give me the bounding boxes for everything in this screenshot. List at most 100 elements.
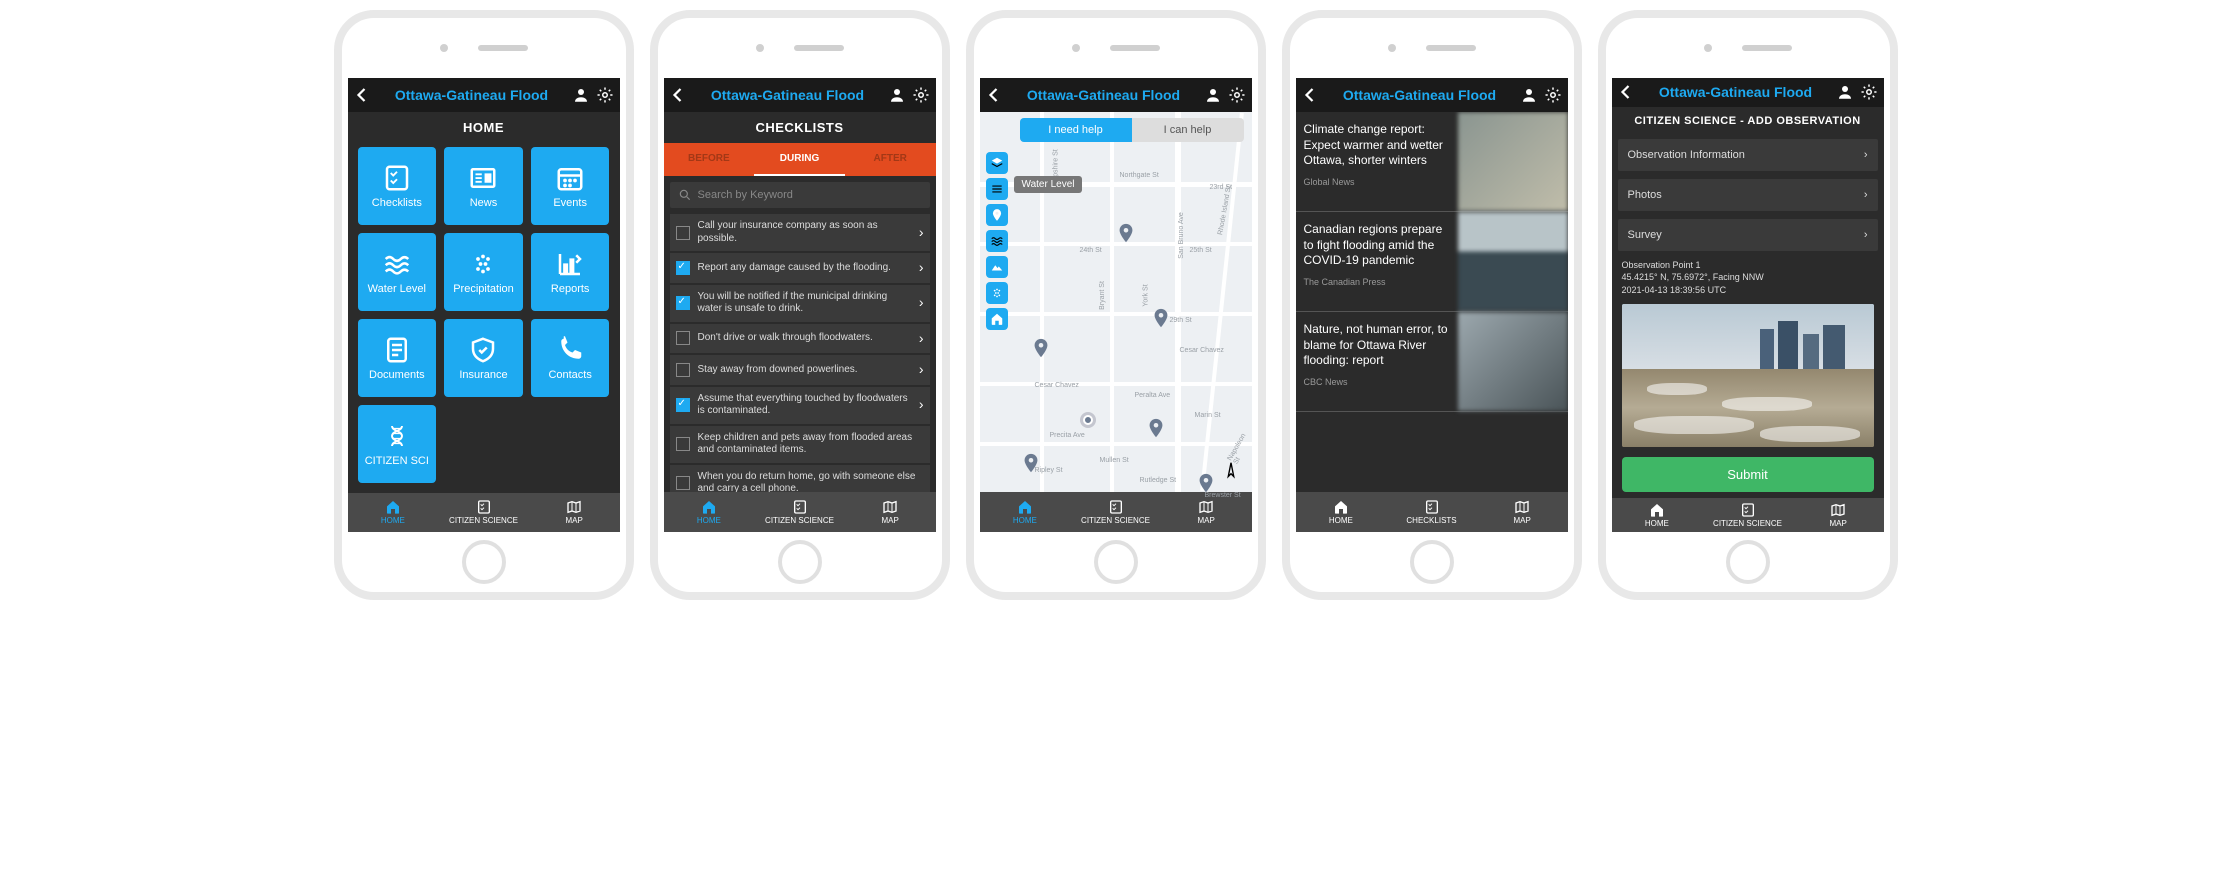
nav-home[interactable]: HOME xyxy=(1612,498,1703,532)
section-observation-info[interactable]: Observation Information› xyxy=(1618,139,1878,171)
checkbox[interactable] xyxy=(676,296,690,310)
map-pin[interactable] xyxy=(1195,472,1217,494)
tile-precipitation[interactable]: Precipitation xyxy=(444,233,523,311)
checklist-item[interactable]: Stay away from downed powerlines.› xyxy=(670,355,930,385)
nav-citizen-science[interactable]: CITIZEN SCIENCE xyxy=(1070,492,1161,532)
checklist-item[interactable]: Report any damage caused by the flooding… xyxy=(670,253,930,283)
user-icon[interactable] xyxy=(1520,86,1538,104)
back-button[interactable] xyxy=(1618,83,1636,101)
news-item[interactable]: Nature, not human error, to blame for Ot… xyxy=(1296,312,1568,412)
map-pin-button[interactable] xyxy=(986,204,1008,226)
chevron-right-icon[interactable]: › xyxy=(919,361,924,379)
compass-icon[interactable] xyxy=(1220,460,1242,482)
user-icon[interactable] xyxy=(1204,86,1222,104)
section-survey[interactable]: Survey› xyxy=(1618,219,1878,251)
news-item[interactable]: Climate change report: Expect warmer and… xyxy=(1296,112,1568,212)
nav-home[interactable]: HOME xyxy=(1296,492,1387,532)
checkbox[interactable] xyxy=(676,331,690,345)
home-button[interactable] xyxy=(778,540,822,584)
map-pin[interactable] xyxy=(1030,337,1052,359)
news-item[interactable]: Canadian regions prepare to fight floodi… xyxy=(1296,212,1568,312)
tile-insurance[interactable]: Insurance xyxy=(444,319,523,397)
settings-icon[interactable] xyxy=(1860,83,1878,101)
tab-before[interactable]: BEFORE xyxy=(664,143,755,176)
nav-checklists[interactable]: CHECKLISTS xyxy=(1386,492,1477,532)
home-button[interactable] xyxy=(462,540,506,584)
home-button[interactable] xyxy=(1094,540,1138,584)
checkbox[interactable] xyxy=(676,476,690,490)
nav-label: MAP xyxy=(566,516,583,525)
can-help-toggle[interactable]: I can help xyxy=(1132,118,1244,142)
tile-documents[interactable]: Documents xyxy=(358,319,437,397)
map-home-button[interactable] xyxy=(986,308,1008,330)
map-pin[interactable] xyxy=(1145,417,1167,439)
nav-home[interactable]: HOME xyxy=(980,492,1071,532)
tile-contacts[interactable]: Contacts xyxy=(531,319,610,397)
map-pin[interactable] xyxy=(1150,307,1172,329)
chevron-right-icon[interactable]: › xyxy=(919,259,924,277)
user-icon[interactable] xyxy=(888,86,906,104)
tile-checklists[interactable]: Checklists xyxy=(358,147,437,225)
settings-icon[interactable] xyxy=(1544,86,1562,104)
chevron-right-icon[interactable]: › xyxy=(919,396,924,414)
checkbox[interactable] xyxy=(676,261,690,275)
user-icon[interactable] xyxy=(1836,83,1854,101)
chevron-right-icon: › xyxy=(1864,189,1868,201)
tile-citizen-sci[interactable]: CITIZEN SCI xyxy=(358,405,437,483)
chevron-right-icon[interactable]: › xyxy=(919,330,924,348)
checkbox[interactable] xyxy=(676,437,690,451)
phone-news-screen: Ottawa-Gatineau Flood Climate change rep… xyxy=(1282,10,1582,600)
checklist[interactable]: Call your insurance company as soon as p… xyxy=(664,214,936,492)
nav-map[interactable]: MAP xyxy=(845,492,936,532)
tab-during[interactable]: DURING xyxy=(754,143,845,176)
nav-home[interactable]: HOME xyxy=(348,493,439,532)
settings-icon[interactable] xyxy=(912,86,930,104)
checklist-item[interactable]: When you do return home, go with someone… xyxy=(670,465,930,493)
chevron-right-icon[interactable]: › xyxy=(919,224,924,242)
nav-map[interactable]: MAP xyxy=(1793,498,1884,532)
map-pin[interactable] xyxy=(1020,452,1042,474)
map-precip-button[interactable] xyxy=(986,282,1008,304)
tile-reports[interactable]: Reports xyxy=(531,233,610,311)
checklist-item[interactable]: Keep children and pets away from flooded… xyxy=(670,426,930,463)
map-waves-button[interactable] xyxy=(986,230,1008,252)
map-menu-button[interactable] xyxy=(986,178,1008,200)
checkbox[interactable] xyxy=(676,363,690,377)
settings-icon[interactable] xyxy=(596,86,614,104)
checklist-item[interactable]: Don't drive or walk through floodwaters.… xyxy=(670,324,930,354)
checklist-item[interactable]: You will be notified if the municipal dr… xyxy=(670,285,930,322)
chevron-right-icon[interactable]: › xyxy=(919,294,924,312)
user-icon[interactable] xyxy=(572,86,590,104)
back-button[interactable] xyxy=(986,86,1004,104)
map-pin[interactable] xyxy=(1115,222,1137,244)
settings-icon[interactable] xyxy=(1228,86,1246,104)
map-terrain-button[interactable] xyxy=(986,256,1008,278)
back-button[interactable] xyxy=(1302,86,1320,104)
tile-water-level[interactable]: Water Level xyxy=(358,233,437,311)
checklist-item[interactable]: Assume that everything touched by floodw… xyxy=(670,387,930,424)
nav-citizen-science[interactable]: CITIZEN SCIENCE xyxy=(438,493,529,532)
checklist-item[interactable]: Call your insurance company as soon as p… xyxy=(670,214,930,251)
tile-events[interactable]: Events xyxy=(531,147,610,225)
news-list[interactable]: Climate change report: Expect warmer and… xyxy=(1296,112,1568,492)
map-view[interactable]: Northgate St 23rd St 24th St 25th St 29t… xyxy=(980,112,1252,492)
checkbox[interactable] xyxy=(676,226,690,240)
section-photos[interactable]: Photos› xyxy=(1618,179,1878,211)
nav-map[interactable]: MAP xyxy=(1477,492,1568,532)
back-button[interactable] xyxy=(354,86,372,104)
nav-label: HOME xyxy=(1645,519,1669,528)
nav-citizen-science[interactable]: CITIZEN SCIENCE xyxy=(754,492,845,532)
tab-after[interactable]: AFTER xyxy=(845,143,936,176)
map-layers-button[interactable] xyxy=(986,152,1008,174)
tile-news[interactable]: News xyxy=(444,147,523,225)
submit-button[interactable]: Submit xyxy=(1622,457,1874,492)
search-input[interactable]: Search by Keyword xyxy=(670,182,930,208)
nav-citizen-science[interactable]: CITIZEN SCIENCE xyxy=(1702,498,1793,532)
checkbox[interactable] xyxy=(676,398,690,412)
back-button[interactable] xyxy=(670,86,688,104)
nav-map[interactable]: MAP xyxy=(529,493,620,532)
nav-home[interactable]: HOME xyxy=(664,492,755,532)
home-button[interactable] xyxy=(1410,540,1454,584)
need-help-toggle[interactable]: I need help xyxy=(1020,118,1132,142)
home-button[interactable] xyxy=(1726,540,1770,584)
